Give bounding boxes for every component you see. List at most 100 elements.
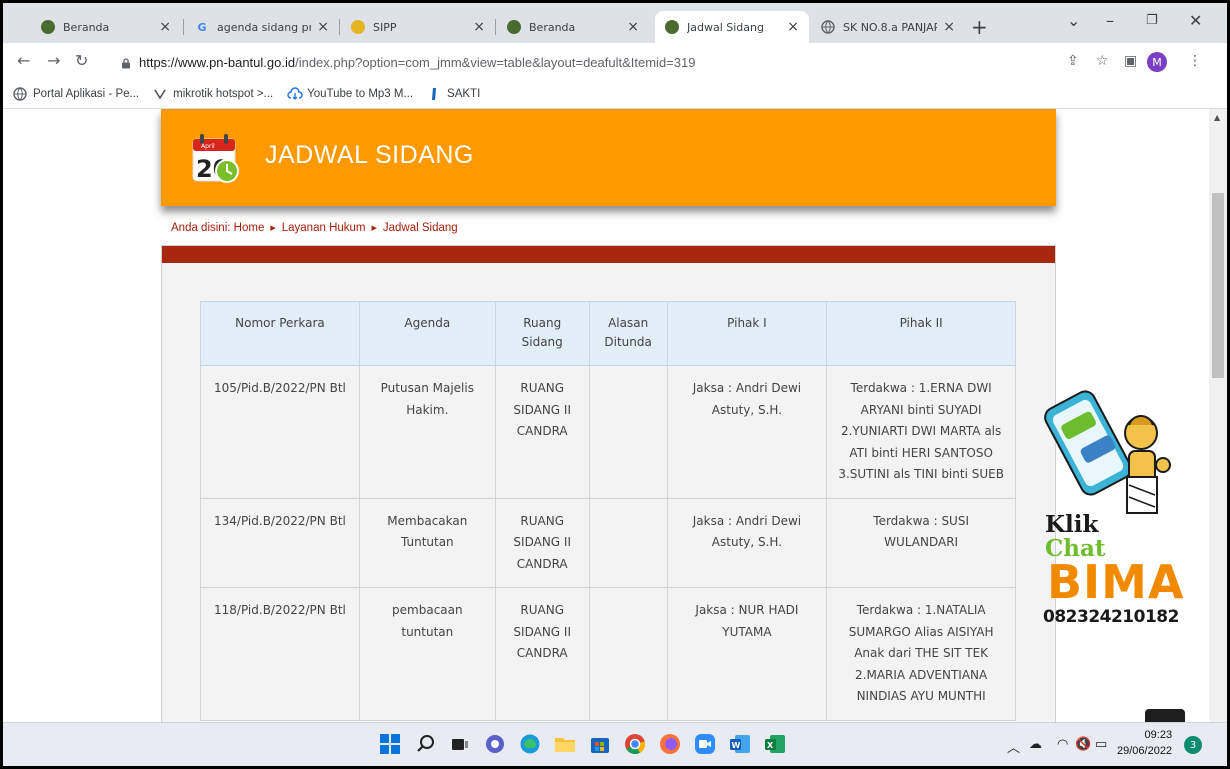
close-icon[interactable]: × — [943, 19, 955, 35]
tab-sipp[interactable]: SIPP × — [341, 11, 495, 43]
bookmark-youtube-mp3[interactable]: YouTube to Mp3 M... — [287, 86, 413, 101]
chevron-down-icon[interactable]: ⌄ — [1067, 11, 1080, 30]
chat-phone-number: 082324210182 — [1043, 607, 1179, 627]
tab-sk-panjar[interactable]: SK NO.8.a PANJAR × — [811, 11, 965, 43]
close-icon[interactable]: × — [473, 19, 485, 35]
word-icon[interactable]: W — [728, 732, 752, 756]
col-pihak-1[interactable]: Pihak I — [666, 301, 828, 366]
back-icon[interactable]: ← — [17, 51, 30, 70]
teams-chat-icon[interactable] — [483, 732, 507, 756]
wifi-icon[interactable]: ◠ — [1057, 737, 1068, 752]
page-scrollbar[interactable]: ▲ — [1209, 109, 1227, 722]
table-header-row: Nomor Perkara Agenda Ruang Sidang Alasan… — [200, 301, 1016, 366]
more-menu-icon[interactable]: ⋮ — [1188, 53, 1202, 69]
scrollbar-thumb[interactable] — [1212, 193, 1224, 378]
zoom-icon[interactable] — [693, 732, 717, 756]
close-icon[interactable]: × — [317, 19, 329, 35]
col-nomor-perkara[interactable]: Nomor Perkara — [200, 301, 360, 366]
cell-alasan-ditunda — [588, 497, 668, 588]
notification-badge[interactable]: 3 — [1184, 736, 1202, 754]
breadcrumb-layanan-hukum[interactable]: Layanan Hukum — [282, 222, 366, 234]
table-row: 118/Pid.B/2022/PN Btl pembacaan tuntutan… — [200, 587, 1016, 721]
tab-strip: Beranda × G agenda sidang pn b × SIPP × … — [3, 3, 1227, 43]
cell-agenda: Membacakan Tuntutan — [358, 497, 496, 588]
edge-icon[interactable] — [518, 732, 542, 756]
cell-pihak-1: Jaksa : NUR HADI YUTAMA — [666, 587, 828, 721]
content-top-bar — [162, 246, 1055, 263]
breadcrumb-arrow-icon: ▶ — [270, 225, 276, 232]
page-title: JADWAL SIDANG — [265, 141, 474, 169]
calendar-month: April — [201, 143, 215, 150]
close-window-icon[interactable]: ✕ — [1189, 11, 1202, 30]
close-icon[interactable]: × — [159, 19, 171, 35]
chat-klik-text: Klik — [1045, 511, 1099, 538]
cell-pihak-2: Terdakwa : 1.NATALIA SUMARGO Alias AISIY… — [826, 587, 1016, 721]
col-alasan-ditunda[interactable]: Alasan Ditunda — [588, 301, 668, 366]
pn-logo-icon — [41, 20, 55, 34]
microsoft-store-icon[interactable] — [588, 732, 612, 756]
sakti-icon — [427, 87, 441, 101]
cell-pihak-2: Terdakwa : SUSI WULANDARI — [826, 497, 1016, 588]
cloud-sync-icon[interactable]: ☁ — [1029, 737, 1042, 752]
col-ruang-sidang[interactable]: Ruang Sidang — [494, 301, 590, 366]
back-to-top-button[interactable] — [1145, 709, 1185, 722]
cell-alasan-ditunda — [588, 365, 668, 499]
cell-ruang-sidang: RUANG SIDANG II CANDRA — [494, 587, 590, 721]
tab-agenda-sidang[interactable]: G agenda sidang pn b × — [185, 11, 339, 43]
cell-agenda: pembacaan tuntutan — [358, 587, 496, 721]
tab-jadwal-sidang[interactable]: Jadwal Sidang × — [655, 11, 809, 43]
content-panel: Nomor Perkara Agenda Ruang Sidang Alasan… — [161, 245, 1056, 722]
chat-bima-widget[interactable]: Klik Chat BIMA 082324210182 — [1043, 381, 1193, 681]
star-icon[interactable]: ☆ — [1096, 53, 1109, 69]
clock-time: 09:23 — [1144, 729, 1173, 741]
chevron-up-icon[interactable]: ︿ — [1007, 737, 1020, 756]
side-panel-icon[interactable]: ▣ — [1124, 53, 1137, 69]
url-host: https://www.pn-bantul.go.id — [139, 54, 296, 70]
forward-icon[interactable]: → — [47, 51, 60, 70]
file-explorer-icon[interactable] — [553, 732, 577, 756]
new-tab-icon[interactable]: + — [971, 15, 988, 39]
breadcrumb: Anda disini: Home ▶ Layanan Hukum ▶ Jadw… — [171, 222, 458, 234]
close-icon[interactable]: × — [787, 19, 799, 35]
cell-pihak-1: Jaksa : Andri Dewi Astuty, S.H. — [666, 497, 828, 588]
windows-start-icon[interactable] — [378, 732, 402, 756]
address-bar[interactable]: https://www.pn-bantul.go.id/index.php?op… — [121, 49, 1207, 75]
lock-icon[interactable] — [121, 57, 131, 69]
close-icon[interactable]: × — [627, 19, 639, 35]
cell-nomor-perkara: 134/Pid.B/2022/PN Btl — [200, 497, 360, 588]
download-cloud-icon — [287, 86, 303, 101]
task-view-icon[interactable] — [448, 732, 472, 756]
address-toolbar: ← → ↻ https://www.pn-bantul.go.id/index.… — [3, 43, 1227, 79]
pn-logo-icon — [507, 20, 521, 34]
globe-icon — [821, 20, 835, 34]
cell-ruang-sidang: RUANG SIDANG II CANDRA — [494, 497, 590, 588]
excel-icon[interactable]: X — [763, 732, 787, 756]
minimize-icon[interactable]: – — [1106, 11, 1114, 30]
taskbar-clock[interactable]: 09:23 29/06/2022 — [1117, 727, 1172, 759]
firefox-icon[interactable] — [658, 732, 682, 756]
tab-beranda-1[interactable]: Beranda × — [31, 11, 181, 43]
share-icon[interactable]: ⇪ — [1067, 53, 1079, 69]
windows-taskbar: W X ︿ ☁ ◠ 🔇 ▭ 09:23 29/06/2022 3 — [3, 722, 1227, 766]
profile-avatar[interactable]: M — [1147, 52, 1167, 72]
col-agenda[interactable]: Agenda — [358, 301, 496, 366]
page-viewport: April 20 JADWAL SIDANG Anda disini: Home… — [3, 109, 1227, 722]
reload-icon[interactable]: ↻ — [75, 51, 88, 70]
breadcrumb-home[interactable]: Home — [234, 222, 265, 234]
col-pihak-2[interactable]: Pihak II — [826, 301, 1016, 366]
battery-icon[interactable]: ▭ — [1095, 737, 1107, 752]
breadcrumb-jadwal-sidang: Jadwal Sidang — [382, 222, 458, 234]
tab-beranda-2[interactable]: Beranda × — [497, 11, 649, 43]
restore-icon[interactable]: ❐ — [1146, 13, 1158, 28]
volume-muted-icon[interactable]: 🔇 — [1075, 737, 1091, 752]
breadcrumb-prefix: Anda disini: — [171, 222, 231, 234]
search-icon[interactable] — [414, 732, 438, 756]
bookmark-portal[interactable]: Portal Aplikasi - Pe... — [13, 86, 139, 101]
svg-text:X: X — [767, 741, 774, 750]
scroll-up-icon[interactable]: ▲ — [1214, 113, 1220, 122]
bookmark-mikrotik[interactable]: mikrotik hotspot >... — [153, 87, 273, 101]
google-icon: G — [197, 20, 207, 34]
chrome-icon[interactable] — [623, 732, 647, 756]
bookmark-sakti[interactable]: SAKTI — [427, 87, 480, 101]
globe-icon — [13, 86, 27, 101]
